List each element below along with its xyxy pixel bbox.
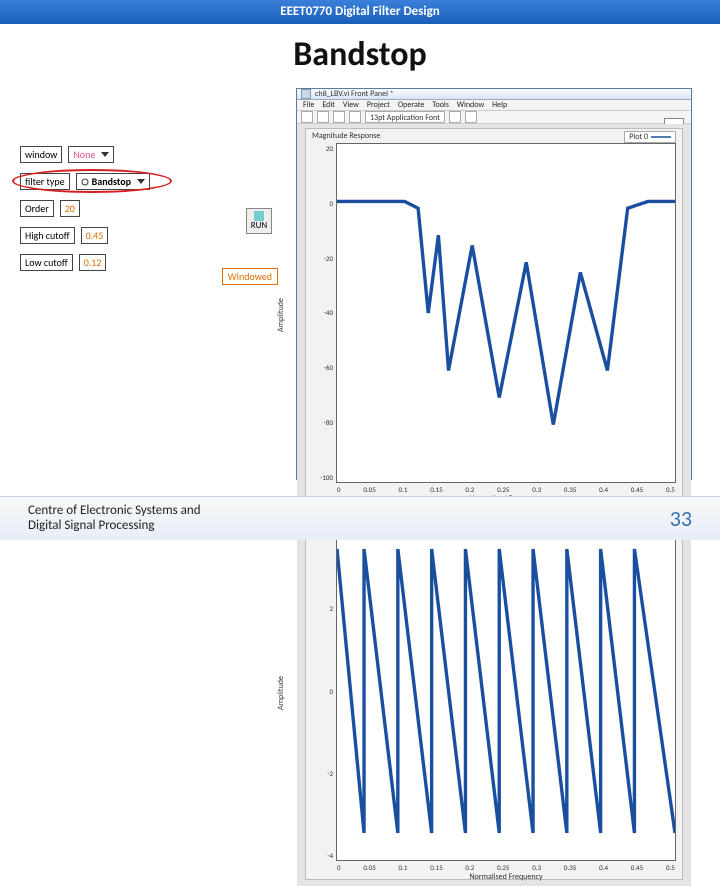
page-number: 33 (670, 505, 692, 532)
mag-plot-legend[interactable]: Plot 0 (624, 131, 676, 143)
menu-tools[interactable]: Tools (432, 100, 449, 110)
font-selector[interactable]: 13pt Application Font (365, 111, 445, 123)
mag-curve-icon (337, 144, 675, 482)
mag-plot-area: 20 0 -20 -40 -60 -80 -100 0 0.05 0. (336, 143, 676, 483)
footer-line2: Digital Signal Processing (28, 519, 201, 534)
mag-xticks: 0 0.05 0.1 0.15 0.2 0.25 0.3 0.35 0.4 0.… (337, 485, 675, 494)
pause-icon[interactable] (349, 111, 361, 123)
legend-line-icon (651, 133, 671, 141)
vi-icon (301, 89, 311, 99)
footer-org: Centre of Electronic Systems and Digital… (28, 504, 201, 534)
magnitude-plot: Magnitude Response Plot 0 Amplitude 20 0… (305, 128, 683, 502)
filter-type-label: filter type (20, 173, 70, 190)
phase-curve-icon (337, 522, 675, 860)
window-titlebar[interactable]: ch8_LBV.vi Front Panel * (297, 89, 691, 100)
phase-plot: Phase response Plot 0 Amplitude 4 2 0 -2… (305, 506, 683, 880)
menu-edit[interactable]: Edit (322, 100, 335, 110)
phase-ylabel: Amplitude (276, 676, 286, 710)
order-value[interactable]: 20 (60, 200, 80, 217)
param-filter-type: filter type Bandstop (20, 173, 290, 190)
menu-file[interactable]: File (303, 100, 314, 110)
mag-ylabel: Amplitude (276, 298, 286, 332)
high-cutoff-value[interactable]: 0.45 (81, 227, 109, 244)
front-panel-window: ch8_LBV.vi Front Panel * File Edit View … (296, 88, 692, 480)
toolbar: 13pt Application Font (297, 111, 691, 124)
ring-icon (81, 178, 89, 186)
window-value[interactable]: None (68, 146, 114, 163)
window-label: window (20, 146, 62, 163)
content-area: window None filter type Bandstop Order 2… (20, 88, 692, 480)
mag-plot-title: Magnitude Response (312, 131, 380, 141)
phase-yticks: 4 2 0 -2 -4 (309, 522, 333, 860)
abort-icon[interactable] (333, 111, 345, 123)
mag-yticks: 20 0 -20 -40 -60 -80 -100 (309, 144, 333, 482)
phase-xticks: 0 0.05 0.1 0.15 0.2 0.25 0.3 0.35 0.4 0.… (337, 863, 675, 872)
menu-window[interactable]: Window (457, 100, 484, 110)
windowed-node: Windowed (222, 268, 278, 285)
low-cutoff-value[interactable]: 0.12 (79, 254, 107, 271)
course-code: EEET0770 Digital Filter Design (280, 4, 440, 19)
filter-type-value[interactable]: Bandstop (76, 173, 150, 190)
param-window: window None (20, 146, 290, 163)
phase-plot-area: 4 2 0 -2 -4 0 0.05 0.1 0.15 0.2 (336, 521, 676, 861)
menu-view[interactable]: View (343, 100, 359, 110)
footer: Centre of Electronic Systems and Digital… (0, 496, 720, 540)
menu-help[interactable]: Help (492, 100, 507, 110)
menu-bar[interactable]: File Edit View Project Operate Tools Win… (297, 100, 691, 111)
menu-operate[interactable]: Operate (398, 100, 424, 110)
slide-title: Bandstop (0, 34, 720, 75)
high-cutoff-label: High cutoff (20, 227, 75, 244)
order-label: Order (20, 200, 54, 217)
align-icon[interactable] (449, 111, 461, 123)
phase-xlabel: Normalised Frequency (337, 872, 675, 882)
low-cutoff-label: Low cutoff (20, 254, 73, 271)
footer-line1: Centre of Electronic Systems and (28, 504, 201, 519)
course-header: EEET0770 Digital Filter Design (0, 0, 720, 24)
run-button-icon[interactable] (301, 111, 313, 123)
run-vi-icon[interactable]: RUN (246, 208, 272, 234)
menu-project[interactable]: Project (367, 100, 390, 110)
window-title: ch8_LBV.vi Front Panel * (315, 89, 394, 99)
run-cont-icon[interactable] (317, 111, 329, 123)
distribute-icon[interactable] (465, 111, 477, 123)
block-diagram-panel: window None filter type Bandstop Order 2… (20, 88, 290, 480)
